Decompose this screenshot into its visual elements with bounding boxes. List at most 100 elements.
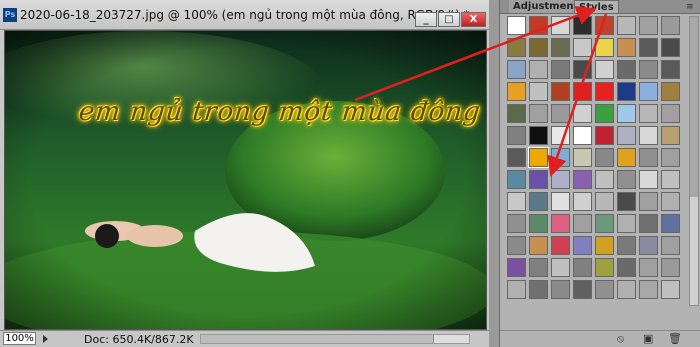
style-swatch[interactable] <box>507 214 526 233</box>
style-swatch[interactable] <box>529 280 548 299</box>
style-swatch[interactable] <box>573 236 592 255</box>
style-swatch[interactable] <box>639 192 658 211</box>
style-swatch[interactable] <box>507 38 526 57</box>
style-swatch[interactable] <box>617 170 636 189</box>
style-swatch[interactable] <box>595 82 614 101</box>
style-swatch[interactable] <box>507 16 526 35</box>
style-swatch[interactable] <box>639 104 658 123</box>
style-swatch[interactable] <box>595 236 614 255</box>
horizontal-scrollbar[interactable] <box>200 334 470 344</box>
tab-styles[interactable]: Styles <box>574 0 619 13</box>
style-swatch[interactable] <box>661 280 680 299</box>
style-swatch[interactable] <box>617 192 636 211</box>
clear-style-icon[interactable]: ⦸ <box>617 333 624 345</box>
style-swatch[interactable] <box>573 38 592 57</box>
zoom-field[interactable]: 100% <box>3 332 36 345</box>
style-swatch[interactable] <box>551 16 570 35</box>
style-swatch[interactable] <box>573 214 592 233</box>
style-swatch[interactable] <box>617 280 636 299</box>
style-swatch[interactable] <box>639 126 658 145</box>
style-swatch[interactable] <box>573 16 592 35</box>
style-swatch[interactable] <box>617 104 636 123</box>
style-swatch[interactable] <box>595 280 614 299</box>
style-swatch[interactable] <box>595 192 614 211</box>
new-style-icon[interactable]: ▣ <box>643 333 653 345</box>
style-swatch[interactable] <box>551 214 570 233</box>
style-swatch[interactable] <box>617 236 636 255</box>
style-swatch[interactable] <box>617 82 636 101</box>
style-swatch[interactable] <box>639 148 658 167</box>
maximize-button[interactable]: □ <box>438 12 460 27</box>
style-swatch[interactable] <box>617 126 636 145</box>
style-swatch[interactable] <box>551 148 570 167</box>
style-swatch[interactable] <box>573 126 592 145</box>
close-button[interactable]: X <box>461 12 486 27</box>
style-swatch[interactable] <box>507 104 526 123</box>
style-swatch[interactable] <box>507 82 526 101</box>
style-swatch[interactable] <box>639 236 658 255</box>
style-swatch[interactable] <box>595 38 614 57</box>
title-bar[interactable]: Ps 2020-06-18_203727.jpg @ 100% (em ngủ … <box>0 0 489 30</box>
style-swatch[interactable] <box>661 126 680 145</box>
style-swatch[interactable] <box>529 16 548 35</box>
style-swatch[interactable] <box>507 126 526 145</box>
style-swatch[interactable] <box>639 258 658 277</box>
style-swatch[interactable] <box>661 104 680 123</box>
style-swatch[interactable] <box>595 126 614 145</box>
style-swatch[interactable] <box>529 236 548 255</box>
style-swatch[interactable] <box>573 170 592 189</box>
style-swatch[interactable] <box>617 60 636 79</box>
style-swatch[interactable] <box>529 38 548 57</box>
style-swatch[interactable] <box>595 214 614 233</box>
style-swatch[interactable] <box>529 170 548 189</box>
style-swatch[interactable] <box>661 192 680 211</box>
style-swatch[interactable] <box>595 258 614 277</box>
style-swatch[interactable] <box>639 280 658 299</box>
style-swatch[interactable] <box>529 60 548 79</box>
style-swatch[interactable] <box>617 148 636 167</box>
style-swatch[interactable] <box>528 147 549 168</box>
scroll-thumb[interactable] <box>201 335 434 343</box>
style-swatch[interactable] <box>573 104 592 123</box>
style-swatch[interactable] <box>529 192 548 211</box>
style-swatch[interactable] <box>573 82 592 101</box>
panel-menu-icon[interactable]: ≡ <box>686 2 694 12</box>
style-swatch[interactable] <box>661 60 680 79</box>
style-swatch[interactable] <box>507 148 526 167</box>
style-swatch[interactable] <box>529 82 548 101</box>
style-swatch[interactable] <box>551 192 570 211</box>
style-swatch[interactable] <box>573 60 592 79</box>
style-swatch[interactable] <box>507 192 526 211</box>
style-swatch[interactable] <box>529 214 548 233</box>
style-swatch[interactable] <box>595 148 614 167</box>
style-swatch[interactable] <box>661 214 680 233</box>
style-swatch[interactable] <box>551 82 570 101</box>
style-swatch[interactable] <box>573 280 592 299</box>
style-swatch[interactable] <box>661 170 680 189</box>
style-swatch[interactable] <box>573 148 592 167</box>
style-swatch[interactable] <box>573 192 592 211</box>
style-swatch[interactable] <box>639 82 658 101</box>
scroll-thumb[interactable] <box>690 17 698 197</box>
style-swatch[interactable] <box>617 258 636 277</box>
style-swatch[interactable] <box>551 126 570 145</box>
style-swatch[interactable] <box>661 258 680 277</box>
style-swatch[interactable] <box>595 170 614 189</box>
style-swatch[interactable] <box>639 170 658 189</box>
style-swatch[interactable] <box>529 258 548 277</box>
minimize-button[interactable]: _ <box>415 12 437 27</box>
style-swatch[interactable] <box>551 280 570 299</box>
status-menu-icon[interactable] <box>43 335 48 343</box>
style-swatch[interactable] <box>551 258 570 277</box>
style-swatch[interactable] <box>507 280 526 299</box>
style-swatch[interactable] <box>551 170 570 189</box>
style-swatch[interactable] <box>551 236 570 255</box>
style-swatch[interactable] <box>595 16 614 35</box>
image-canvas[interactable]: em ngủ trong một mùa đông <box>4 30 487 330</box>
style-swatch[interactable] <box>617 16 636 35</box>
style-swatch[interactable] <box>661 16 680 35</box>
style-swatch[interactable] <box>639 16 658 35</box>
style-swatch[interactable] <box>595 60 614 79</box>
style-swatch[interactable] <box>507 258 526 277</box>
style-swatch[interactable] <box>661 148 680 167</box>
